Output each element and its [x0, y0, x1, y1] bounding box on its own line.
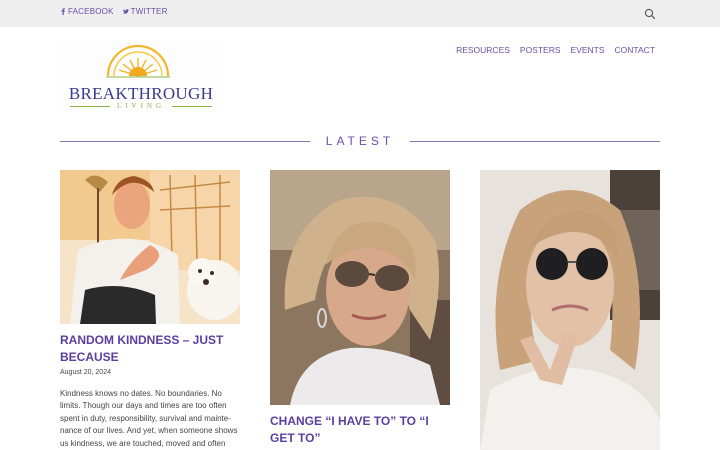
- post-title[interactable]: RANDOM KINDNESS – JUST BECAUSE: [60, 332, 240, 366]
- post-card: RANDOM KINDNESS – JUST BECAUSE August 20…: [60, 170, 240, 450]
- twitter-icon: [122, 9, 129, 14]
- section-divider-left: [60, 141, 310, 142]
- post-card: CHANGE “I HAVE TO” TO “I GET TO”: [270, 170, 450, 447]
- nav-item-posters[interactable]: POSTERS: [520, 45, 561, 55]
- section-title: LATEST: [325, 134, 395, 148]
- search-icon[interactable]: [644, 8, 656, 20]
- nav-item-resources[interactable]: RESOURCES: [456, 45, 510, 55]
- selfie-photo-image: [270, 170, 450, 405]
- site-logo[interactable]: BREAKTHROUGH LIVING: [62, 40, 218, 112]
- watercolor-portrait-image: [60, 170, 240, 324]
- main-nav: RESOURCES POSTERS EVENTS CONTACT: [456, 45, 655, 55]
- nav-item-contact[interactable]: CONTACT: [615, 45, 655, 55]
- post-excerpt: Kindness knows no dates. No boundaries. …: [60, 389, 238, 448]
- post-date: August 20, 2024: [60, 369, 111, 376]
- twitter-link[interactable]: TWITTER: [122, 7, 168, 16]
- facebook-icon: [61, 8, 65, 15]
- post-thumbnail[interactable]: [480, 170, 660, 450]
- social-links: FACEBOOK TWITTER: [60, 7, 168, 16]
- nav-item-events[interactable]: EVENTS: [571, 45, 605, 55]
- sunglasses-photo-image: [480, 170, 660, 450]
- logo-wordmark: BREAKTHROUGH: [68, 84, 214, 103]
- logo-tagline: LIVING: [116, 102, 166, 110]
- post-card: [480, 170, 660, 450]
- facebook-link[interactable]: FACEBOOK: [60, 7, 114, 16]
- top-bar: FACEBOOK TWITTER: [0, 0, 720, 27]
- post-thumbnail[interactable]: [270, 170, 450, 405]
- facebook-label: FACEBOOK: [68, 7, 114, 16]
- sunrise-logo-mark: [106, 44, 170, 78]
- twitter-label: TWITTER: [130, 7, 168, 16]
- post-thumbnail[interactable]: [60, 170, 240, 324]
- section-divider-right: [410, 141, 660, 142]
- post-title[interactable]: CHANGE “I HAVE TO” TO “I GET TO”: [270, 413, 450, 447]
